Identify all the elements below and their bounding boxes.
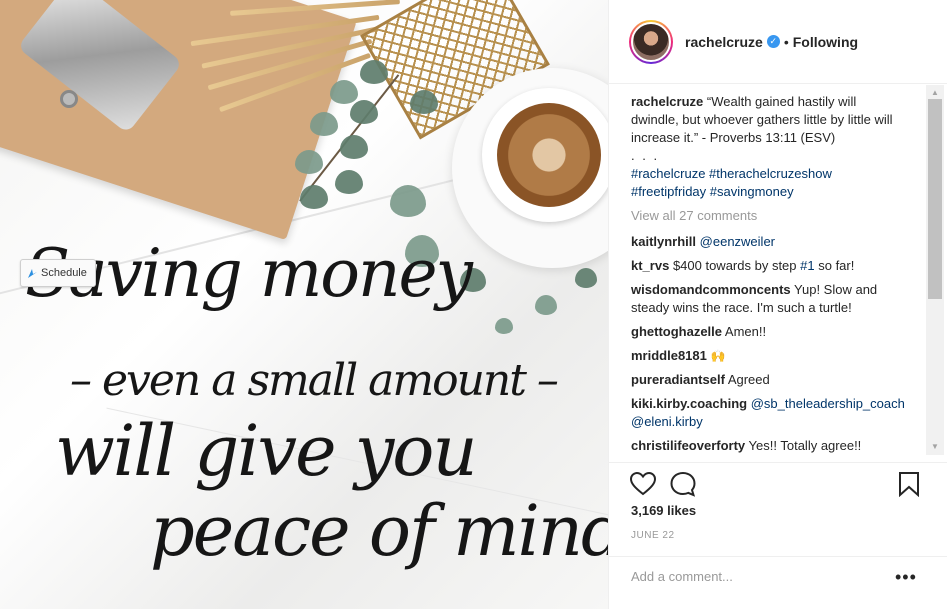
comment-username[interactable]: mriddle8181 [631,348,707,363]
quote-line-2: – even a small amount – [70,355,559,406]
post-photo[interactable]: Saving money – even a small amount – wil… [0,0,608,609]
caption-hashtags-2[interactable]: #freetipfriday #savingmoney [631,184,794,199]
comment-text: Amen!! [724,324,767,339]
comments-list[interactable]: rachelcruze “Wealth gained hastily will … [609,85,929,460]
more-icon[interactable]: ••• [895,567,917,588]
scrollbar-thumb[interactable] [928,99,942,299]
comment-row: kaitlynrhill @eenzweiler [631,233,907,251]
caption: rachelcruze “Wealth gained hastily will … [631,93,907,201]
caption-hashtags-1[interactable]: #rachelcruze #therachelcruzeshow [631,166,832,181]
heart-icon[interactable] [629,471,657,497]
comment-row: pureradiantself Agreed [631,371,907,389]
avatar[interactable] [631,21,671,62]
comment-row: kt_rvs $400 towards by step #1 so far! [631,257,907,275]
leaf-graphic [300,185,328,209]
bookmark-icon[interactable] [895,471,923,498]
following-button[interactable]: Following [793,34,858,50]
leaf-graphic [575,268,597,288]
comment-icon[interactable] [669,471,697,497]
comments-scrollbar[interactable]: ▲ ▼ [926,85,944,455]
avatar-ring[interactable] [629,19,673,64]
comment-username[interactable]: wisdomandcommoncents [631,282,791,297]
comment-row: mriddle8181 🙌 [631,347,907,365]
schedule-button[interactable]: Schedule [20,259,96,287]
leaf-graphic [360,60,388,84]
comment-hashtag[interactable]: #1 [800,258,814,273]
leaf-graphic [410,90,438,114]
comment-row: wisdomandcommoncents Yup! Slow and stead… [631,281,907,317]
comment-mention[interactable]: @eenzweiler [700,234,775,249]
leaf-graphic [330,80,358,104]
comment-row: ghettoghazelle Amen!! [631,323,907,341]
comment-username[interactable]: ghettoghazelle [631,324,722,339]
quote-line-4: peace of mind. [150,490,608,572]
leaf-graphic [535,295,557,315]
schedule-icon [27,268,38,279]
post-date: JUNE 22 [631,530,675,541]
separator-dot: • [783,33,789,50]
comment-username[interactable]: christilifeoverforty [631,438,745,453]
action-bar [609,462,947,502]
post-header: rachelcruze ✓ • Following [609,0,947,84]
add-comment-bar: Add a comment... ••• [609,556,947,596]
comment-text: Agreed [727,372,770,387]
comment-text: Yes!! Totally agree!! [748,438,862,453]
comment-text-after: so far! [814,258,855,273]
leaf-graphic [390,185,426,217]
leaf-graphic [350,100,378,124]
leaf-graphic [495,318,513,334]
leaf-graphic [310,112,338,136]
comment-text: $400 towards by step [672,258,801,273]
schedule-label: Schedule [41,267,87,279]
comment-username[interactable]: kaitlynrhill [631,234,696,249]
leaf-graphic [340,135,368,159]
latte-art-graphic [497,103,601,207]
quote-line-3: will give you [55,410,478,492]
clip-hole-graphic [60,90,78,108]
comment-username[interactable]: pureradiantself [631,372,725,387]
leaf-graphic [335,170,363,194]
scroll-down-icon[interactable]: ▼ [926,439,944,455]
instagram-post-modal: Saving money – even a small amount – wil… [0,0,947,609]
comment-emoji: 🙌 [710,349,726,363]
header-username[interactable]: rachelcruze [685,34,763,50]
comment-row: christilifeoverforty Yes!! Totally agree… [631,437,907,455]
comment-username[interactable]: kiki.kirby.coaching [631,396,747,411]
caption-username[interactable]: rachelcruze [631,94,703,109]
view-all-comments[interactable]: View all 27 comments [631,207,907,225]
leaf-graphic [295,150,323,174]
caption-more[interactable]: . . . [631,148,659,163]
post-side-panel: rachelcruze ✓ • Following rachelcruze “W… [608,0,947,609]
verified-icon: ✓ [766,35,780,48]
comment-username[interactable]: kt_rvs [631,258,669,273]
comment-row: kiki.kirby.coaching @sb_theleadership_co… [631,395,907,431]
add-comment-input[interactable]: Add a comment... [631,569,733,584]
likes-count[interactable]: 3,169 likes [631,503,696,518]
